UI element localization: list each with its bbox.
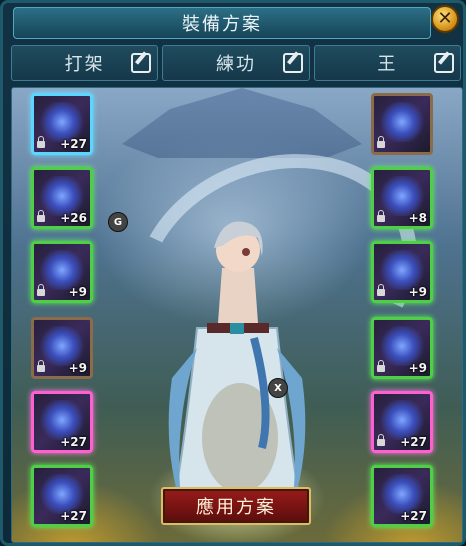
equipment-icon <box>40 400 84 440</box>
equipment-slot[interactable]: +9 <box>31 317 93 379</box>
tab-plan-1[interactable]: 打架 <box>11 45 159 81</box>
apply-plan-button[interactable]: 應用方案 <box>161 487 311 525</box>
close-icon: ✕ <box>437 8 453 29</box>
lock-icon <box>377 136 385 148</box>
enhance-level: +8 <box>408 211 427 225</box>
equipment-icon <box>40 176 84 216</box>
edit-icon[interactable] <box>282 53 303 73</box>
equipment-slot[interactable]: +9 <box>371 241 433 303</box>
plan-tabs: 打架 練功 王 <box>11 45 461 81</box>
tab-label: 打架 <box>64 54 105 75</box>
lock-icon <box>377 210 385 222</box>
tab-label: 練功 <box>215 54 256 75</box>
window-title: 裝備方案 <box>182 14 262 35</box>
marker-g[interactable]: G <box>108 212 128 232</box>
character-model <box>168 221 306 522</box>
equipment-icon <box>380 474 424 514</box>
equipment-icon <box>380 250 424 290</box>
title-bar: 裝備方案 <box>13 7 431 39</box>
apply-button-label: 應用方案 <box>196 497 276 518</box>
equipment-icon <box>380 400 424 440</box>
equipment-slot[interactable]: +27 <box>371 391 433 453</box>
equipment-slot[interactable]: +8 <box>371 167 433 229</box>
enhance-level: +27 <box>400 509 427 523</box>
equipment-slot[interactable]: +9 <box>31 241 93 303</box>
enhance-level: +27 <box>400 435 427 449</box>
enhance-level: +27 <box>60 137 87 151</box>
enhance-level: +9 <box>408 285 427 299</box>
equipment-slot[interactable]: +27 <box>371 465 433 527</box>
equipment-plan-window: 裝備方案 ✕ 打架 練功 王 G X +27 +26 +9 +9 +27 +27… <box>0 0 466 546</box>
enhance-level: +27 <box>60 435 87 449</box>
equipment-icon <box>40 250 84 290</box>
equipment-slot[interactable]: +27 <box>31 465 93 527</box>
equipment-slot[interactable] <box>371 93 433 155</box>
enhance-level: +26 <box>60 211 87 225</box>
equipment-icon <box>40 102 84 142</box>
lock-icon <box>377 284 385 296</box>
edit-icon[interactable] <box>433 53 454 73</box>
lock-icon <box>37 210 45 222</box>
equipment-icon <box>40 474 84 514</box>
equipment-icon <box>380 326 424 366</box>
edit-icon[interactable] <box>131 53 152 73</box>
lock-icon <box>377 434 385 446</box>
lock-icon <box>37 360 45 372</box>
lock-icon <box>377 360 385 372</box>
equipment-icon <box>380 102 424 142</box>
close-button[interactable]: ✕ <box>431 5 459 33</box>
lock-icon <box>37 284 45 296</box>
pagoda-roof-decoration <box>122 88 362 158</box>
tab-label: 王 <box>377 54 398 75</box>
enhance-level: +9 <box>68 285 87 299</box>
equipment-icon <box>380 176 424 216</box>
tab-plan-3[interactable]: 王 <box>313 45 461 81</box>
equipment-slot[interactable]: +9 <box>371 317 433 379</box>
equipment-slot[interactable]: +27 <box>31 93 93 155</box>
enhance-level: +27 <box>60 509 87 523</box>
tab-plan-2[interactable]: 練功 <box>162 45 310 81</box>
equipment-icon <box>40 326 84 366</box>
equipment-slot[interactable]: +27 <box>31 391 93 453</box>
enhance-level: +9 <box>68 361 87 375</box>
enhance-level: +9 <box>408 361 427 375</box>
equipment-slot[interactable]: +26 <box>31 167 93 229</box>
marker-x[interactable]: X <box>268 378 288 398</box>
lock-icon <box>37 136 45 148</box>
